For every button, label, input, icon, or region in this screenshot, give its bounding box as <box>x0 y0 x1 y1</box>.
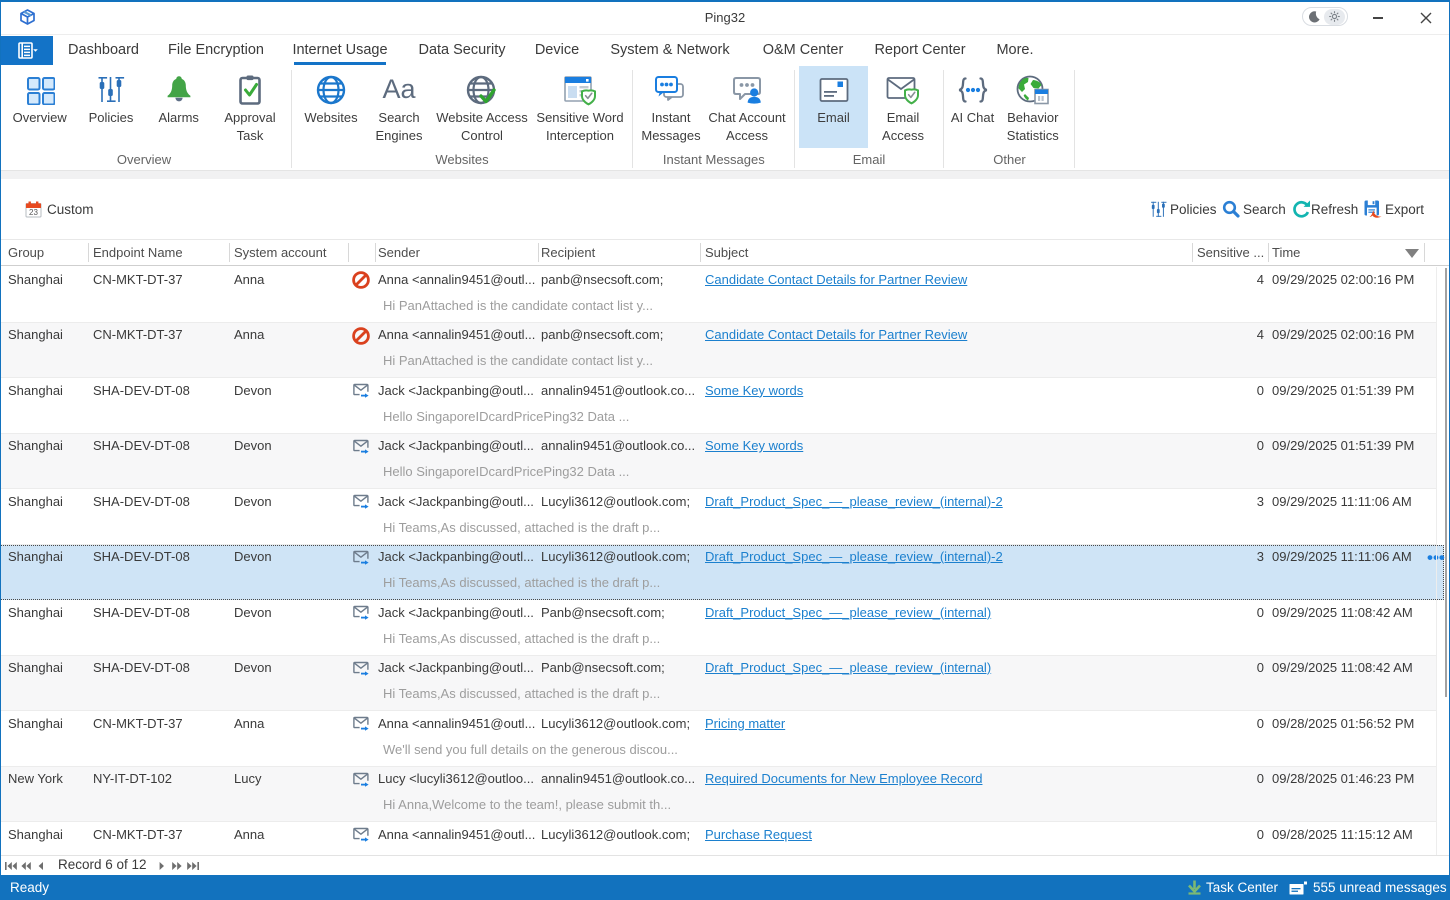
svg-text:23: 23 <box>29 208 38 217</box>
